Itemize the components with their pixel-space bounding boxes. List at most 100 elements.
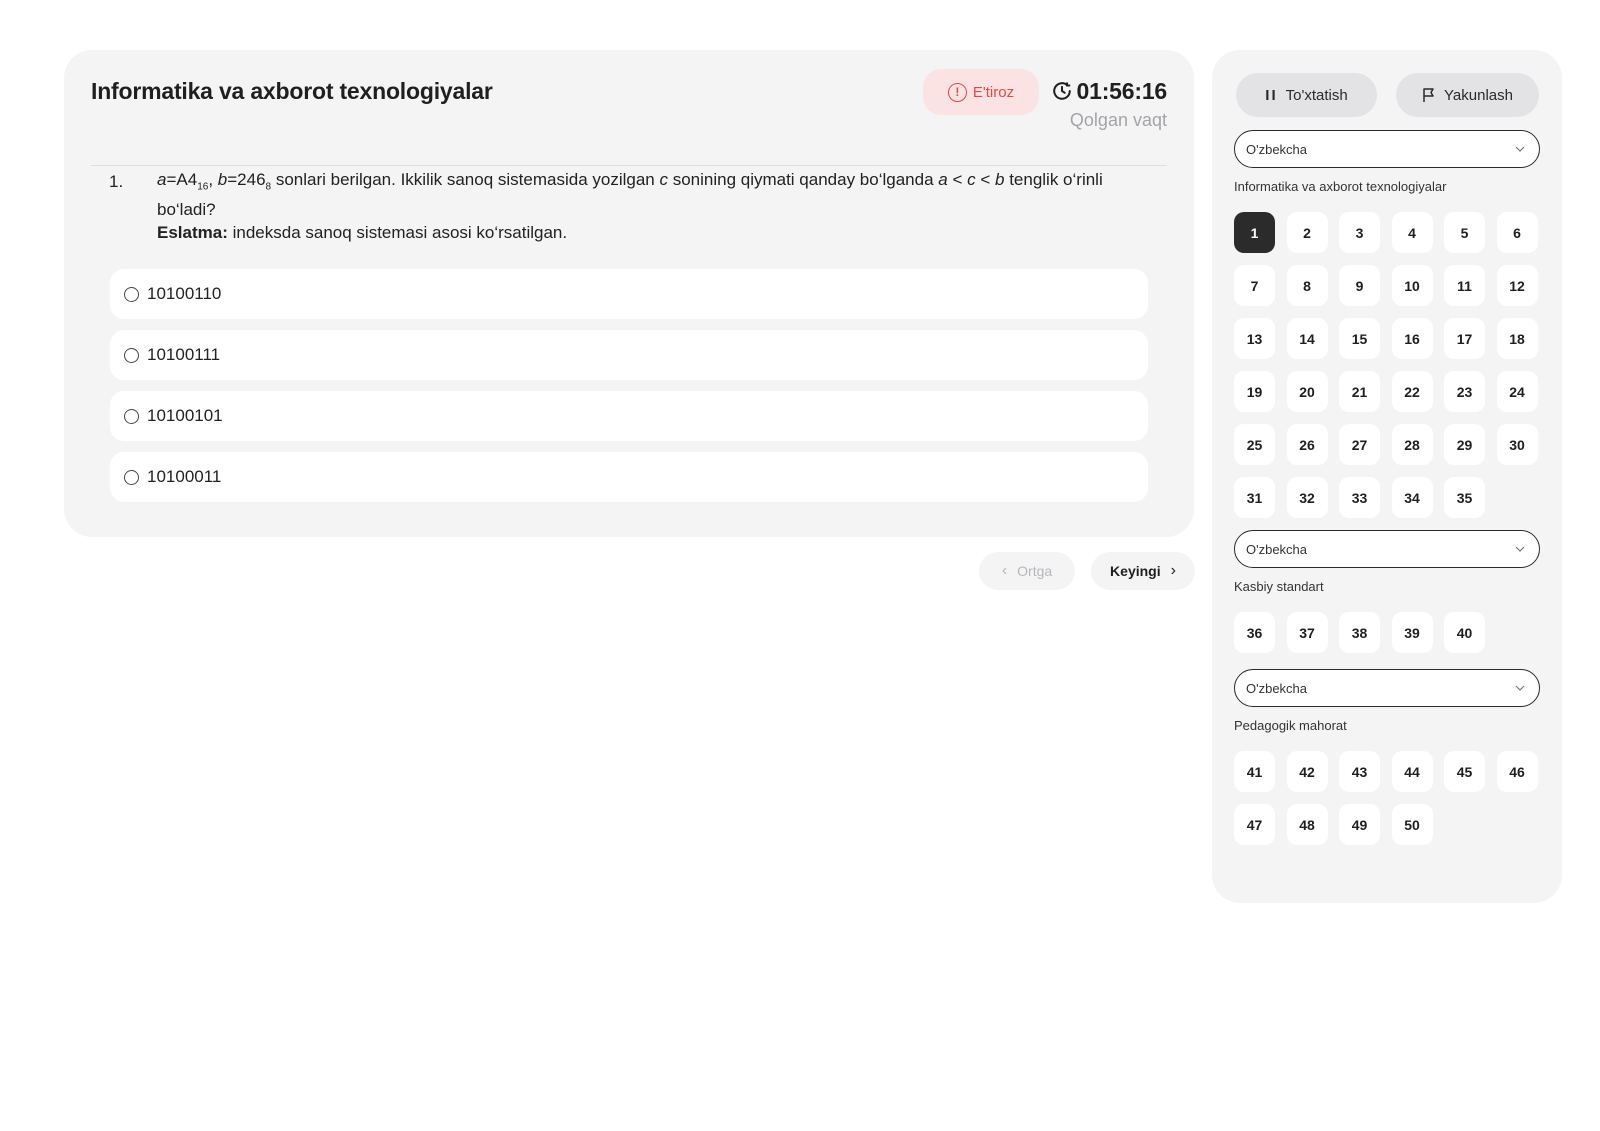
- question-number-button[interactable]: 2: [1286, 212, 1328, 253]
- clock-icon: [1052, 82, 1071, 100]
- option-text: 10100011: [147, 467, 222, 486]
- question-number-button[interactable]: 4: [1391, 212, 1433, 253]
- timer-label: Qolgan vaqt: [1069, 110, 1167, 130]
- question-number-button[interactable]: 3: [1339, 212, 1380, 253]
- option-text: 10100101: [147, 406, 223, 425]
- radio-button[interactable]: [124, 347, 139, 363]
- question-number-button[interactable]: 33: [1339, 477, 1380, 518]
- question-number-button[interactable]: 39: [1391, 612, 1433, 653]
- question-grid: 41 42 43 44 45 46 47 48 49 50: [1234, 751, 1540, 845]
- section-pedagogik-mahorat: O'zbekcha Pedagogik mahorat 41 42 43 44 45 46 47…: [1234, 669, 1540, 845]
- chevron-down-icon: [1515, 685, 1525, 691]
- section-title: Pedagogik mahorat: [1234, 718, 1347, 733]
- question-number-button[interactable]: 25: [1234, 424, 1275, 465]
- flag-icon: [1423, 88, 1434, 102]
- pause-icon: II: [1265, 86, 1278, 104]
- question-number-button[interactable]: 5: [1444, 212, 1485, 253]
- question-number-button[interactable]: 6: [1496, 212, 1538, 253]
- question-number-button[interactable]: 45: [1444, 751, 1485, 792]
- question-note: Eslatma: indeksda sanoq sistemasi asosi …: [157, 223, 568, 243]
- prev-button[interactable]: ‹ Ortga: [979, 552, 1075, 590]
- answer-option[interactable]: 10100110: [110, 269, 1148, 319]
- question-number-button[interactable]: 50: [1391, 804, 1433, 845]
- pause-button[interactable]: II To'xtatish: [1236, 73, 1377, 117]
- chevron-down-icon: [1515, 146, 1525, 152]
- question-number-button[interactable]: 10: [1391, 265, 1433, 306]
- question-number: 1.: [109, 172, 124, 191]
- question-number-button[interactable]: 31: [1234, 477, 1275, 518]
- question-number-button[interactable]: 38: [1339, 612, 1380, 653]
- objection-button[interactable]: ! E'tiroz: [923, 69, 1039, 115]
- question-number-button[interactable]: 47: [1234, 804, 1275, 845]
- question-number-button[interactable]: 40: [1444, 612, 1485, 653]
- question-number-button[interactable]: 30: [1496, 424, 1538, 465]
- chevron-down-icon: [1515, 546, 1525, 552]
- info-circle-icon: !: [947, 82, 967, 102]
- subject-title: Informatika va axborot texnologiyalar: [91, 78, 493, 104]
- question-number-button[interactable]: 28: [1391, 424, 1433, 465]
- language-select-value: O'zbekcha: [1246, 541, 1308, 557]
- finish-button[interactable]: Yakunlash: [1396, 73, 1539, 117]
- question-number-button[interactable]: 24: [1496, 371, 1538, 412]
- language-select[interactable]: O'zbekcha: [1234, 130, 1540, 168]
- question-number-button[interactable]: 29: [1444, 424, 1485, 465]
- question-number-button[interactable]: 14: [1286, 318, 1328, 359]
- question-body: 1. a=A416, b=2468 sonlari berilgan. Ikki…: [109, 168, 1146, 244]
- radio-button[interactable]: [124, 286, 139, 302]
- answer-option[interactable]: 10100111: [110, 330, 1148, 380]
- question-number-button[interactable]: 34: [1391, 477, 1433, 518]
- chevron-right-icon: ›: [1170, 562, 1176, 579]
- question-navigator: II To'xtatish Yakunlash O'zbekcha Informa…: [1212, 50, 1562, 903]
- question-number-button[interactable]: 36: [1234, 612, 1275, 653]
- question-number-button[interactable]: 19: [1234, 371, 1275, 412]
- question-number-button[interactable]: 22: [1391, 371, 1433, 412]
- language-select[interactable]: O'zbekcha: [1234, 669, 1540, 707]
- question-number-button[interactable]: 41: [1234, 751, 1275, 792]
- question-number-button[interactable]: 44: [1391, 751, 1433, 792]
- timer-value: 01:56:16: [1076, 78, 1168, 104]
- question-number-button[interactable]: 13: [1234, 318, 1275, 359]
- question-number-button[interactable]: 11: [1444, 265, 1485, 306]
- language-select[interactable]: O'zbekcha: [1234, 530, 1540, 568]
- next-button[interactable]: Keyingi ›: [1091, 552, 1195, 590]
- question-number-button[interactable]: 9: [1339, 265, 1380, 306]
- question-number-button[interactable]: 26: [1286, 424, 1328, 465]
- option-text: 10100110: [147, 284, 222, 303]
- section-informatika: O'zbekcha Informatika va axborot texnolog…: [1234, 130, 1540, 518]
- question-number-button[interactable]: 7: [1234, 265, 1275, 306]
- chevron-left-icon: ‹: [1001, 562, 1008, 579]
- answer-option[interactable]: 10100101: [110, 391, 1148, 441]
- question-number-button[interactable]: 48: [1286, 804, 1328, 845]
- question-number-button[interactable]: 42: [1286, 751, 1328, 792]
- question-number-button[interactable]: 16: [1391, 318, 1433, 359]
- language-select-value: O'zbekcha: [1246, 680, 1308, 696]
- question-text: a=A416, b=2468 sonlari berilgan. Ikkilik…: [157, 168, 1146, 244]
- radio-button[interactable]: [124, 408, 139, 424]
- section-title: Informatika va axborot texnologiyalar: [1234, 179, 1447, 194]
- question-number-button[interactable]: 46: [1496, 751, 1538, 792]
- radio-button[interactable]: [124, 469, 139, 485]
- question-grid: 36 37 38 39 40: [1234, 612, 1540, 653]
- question-number-button[interactable]: 23: [1444, 371, 1485, 412]
- section-title: Kasbiy standart: [1234, 579, 1324, 594]
- question-number-button[interactable]: 27: [1339, 424, 1380, 465]
- question-number-button[interactable]: 8: [1286, 265, 1328, 306]
- question-number-button[interactable]: 18: [1496, 318, 1538, 359]
- section-kasbiy-standart: O'zbekcha Kasbiy standart 36 37 38 39 40: [1234, 530, 1540, 653]
- question-number-button[interactable]: 21: [1339, 371, 1380, 412]
- question-number-button[interactable]: 12: [1496, 265, 1538, 306]
- question-number-button[interactable]: 1: [1234, 212, 1275, 253]
- question-number-button[interactable]: 20: [1286, 371, 1328, 412]
- question-number-button[interactable]: 15: [1339, 318, 1380, 359]
- answer-option[interactable]: 10100011: [110, 452, 1148, 502]
- question-number-button[interactable]: 32: [1286, 477, 1328, 518]
- objection-label: E'tiroz: [972, 83, 1015, 101]
- answer-options: 10100110 10100111 10100101 10100011: [110, 269, 1148, 513]
- option-text: 10100111: [147, 345, 221, 364]
- question-number-button[interactable]: 49: [1339, 804, 1380, 845]
- question-grid: 1 2 3 4 5 6 7 8 9 10 11 12 13 14 15 16 17 18 19 20 21 22 23 24 2…: [1234, 212, 1540, 518]
- question-number-button[interactable]: 35: [1444, 477, 1485, 518]
- question-number-button[interactable]: 37: [1286, 612, 1328, 653]
- question-number-button[interactable]: 43: [1339, 751, 1380, 792]
- question-number-button[interactable]: 17: [1444, 318, 1485, 359]
